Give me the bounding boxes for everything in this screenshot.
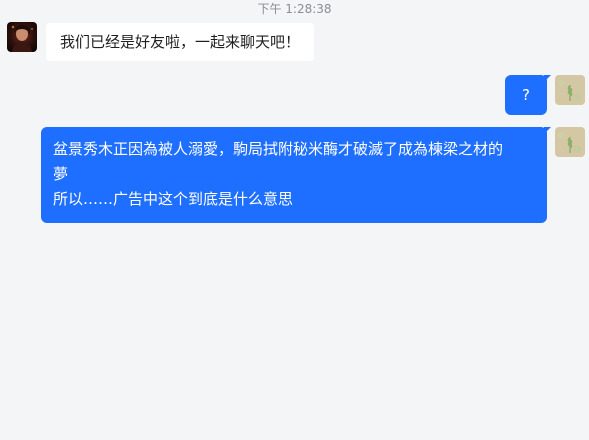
received-message-text: 我们已经是好友啦，一起来聊天吧！ (60, 33, 301, 51)
sent-message-line: 盆景秀木正因為被人溺愛，駒局拭附秘米酶才破滅了成為棟梁之材的 (53, 140, 504, 158)
wheat-avatar-image (555, 75, 585, 105)
sent-message-line: 所以……广告中这个到底是什么意思 (53, 190, 294, 208)
sent-message-line: 夢 (53, 165, 69, 183)
user-avatar[interactable] (555, 75, 585, 105)
wheat-avatar-image (555, 127, 585, 157)
sent-message-text: ? (522, 86, 530, 104)
message-timestamp: 下午 1:28:38 (257, 2, 332, 16)
sent-message-bubble[interactable]: ? (505, 75, 551, 115)
contact-avatar[interactable] (7, 22, 37, 52)
user-avatar[interactable] (555, 127, 585, 157)
contact-avatar-image (7, 22, 37, 52)
sent-message-bubble-long[interactable]: 盆景秀木正因為被人溺愛，駒局拭附秘米酶才破滅了成為棟梁之材的 夢 所以……广告中… (41, 127, 551, 223)
received-message-bubble[interactable]: 我们已经是好友啦，一起来聊天吧！ (46, 23, 315, 61)
